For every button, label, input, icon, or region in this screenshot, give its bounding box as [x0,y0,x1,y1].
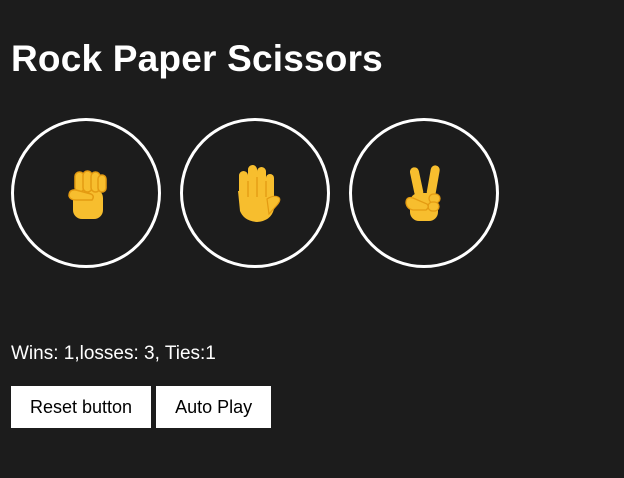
raised-fist-icon [61,163,111,223]
action-buttons: Reset button Auto Play [11,386,272,428]
score-display: Wins: 1,losses: 3, Ties:1 [11,343,216,364]
raised-hand-icon [225,161,285,225]
move-buttons [11,118,499,268]
victory-hand-icon [399,161,449,225]
game-page: Rock Paper Scissors Wins: 1,losses: 3, T… [0,0,624,478]
rock-button[interactable] [11,118,161,268]
paper-button[interactable] [180,118,330,268]
scissors-button[interactable] [349,118,499,268]
reset-button[interactable]: Reset button [11,386,152,428]
page-title: Rock Paper Scissors [11,38,383,79]
auto-play-button[interactable]: Auto Play [156,386,272,428]
